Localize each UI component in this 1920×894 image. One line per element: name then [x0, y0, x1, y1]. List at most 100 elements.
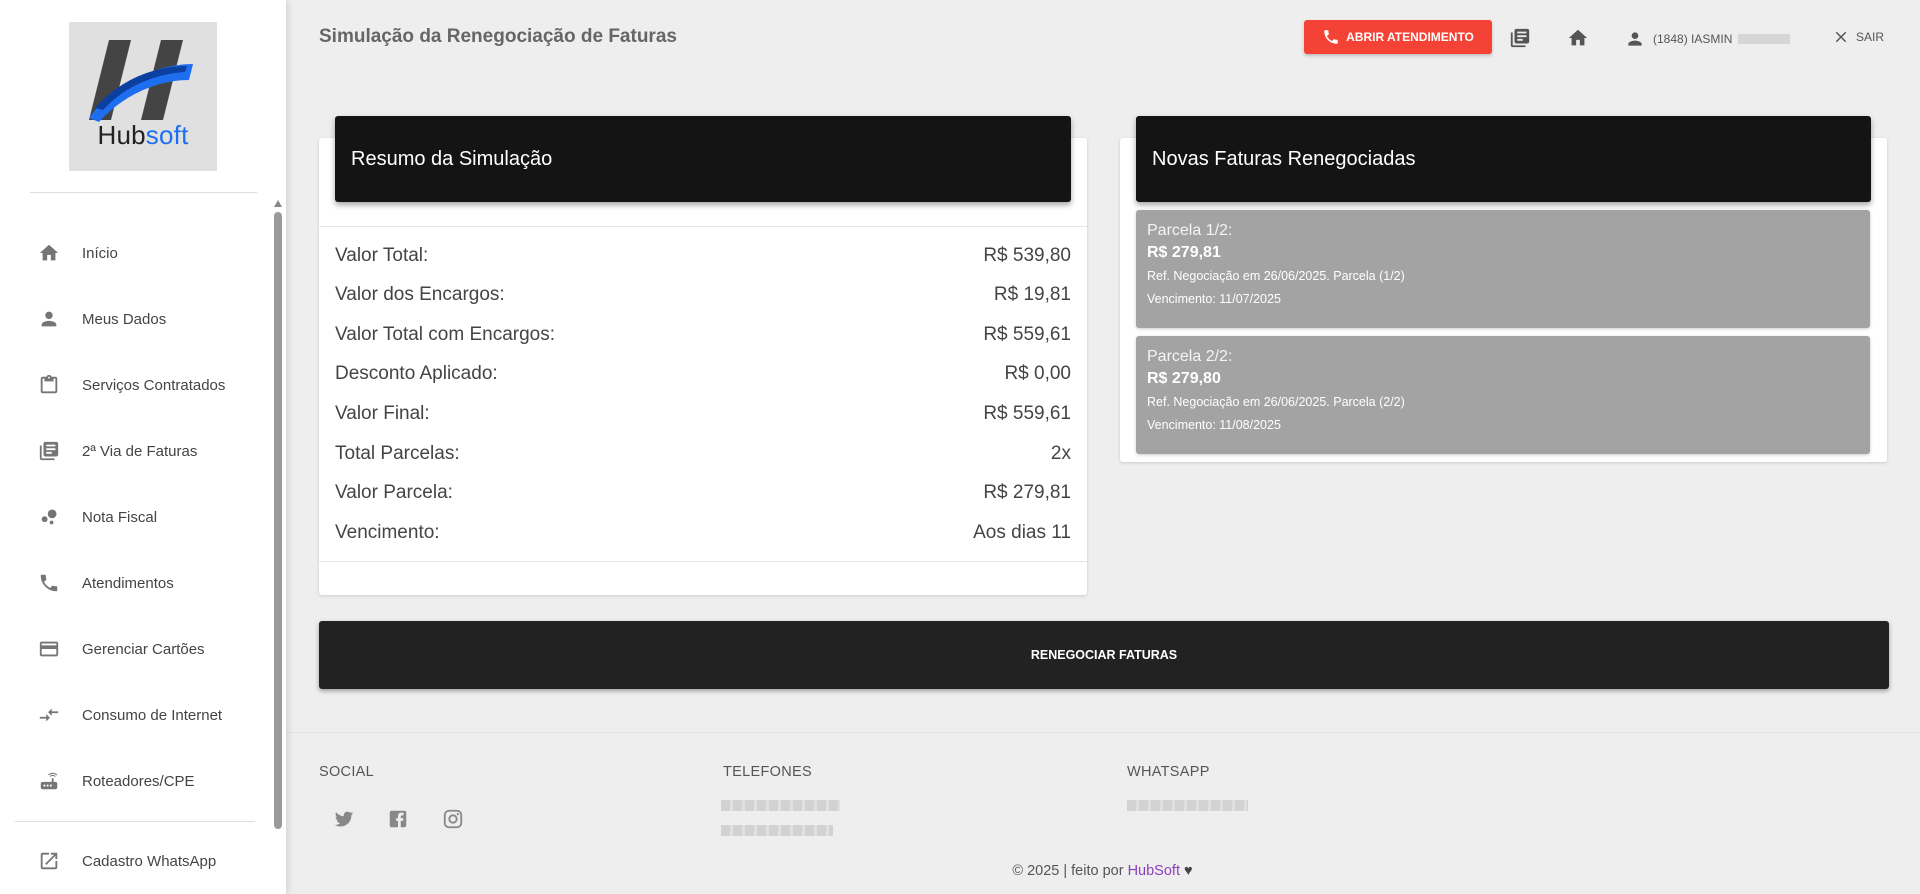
scroll-thumb[interactable]: [274, 212, 282, 829]
summary-title: Resumo da Simulação: [351, 147, 553, 170]
footer-whatsapp-heading: WHATSAPP: [1127, 764, 1210, 780]
redacted-text: [1738, 34, 1791, 44]
parcela-value: R$ 279,81: [1147, 244, 1221, 261]
summary-row: Valor Total com Encargos: R$ 559,61: [335, 320, 1071, 350]
parcela-value: R$ 279,80: [1147, 370, 1221, 387]
person-icon: [1628, 32, 1642, 46]
heart-icon: ♥: [1184, 863, 1193, 879]
sidebar-item-label: Meus Dados: [82, 310, 167, 328]
page-title: Simulação da Renegociação de Faturas: [319, 26, 677, 47]
library-books-icon: [39, 441, 59, 461]
sidebar-item-consumo-internet[interactable]: Consumo de Internet: [0, 690, 270, 740]
summary-row-label: Vencimento:: [335, 522, 440, 543]
summary-row-label: Desconto Aplicado:: [335, 363, 498, 384]
redacted-whatsapp: [1127, 800, 1248, 811]
parcela-title: Parcela 1/2:: [1147, 222, 1233, 239]
parcela-reference: Ref. Negociação em 26/06/2025. Parcela (…: [1147, 269, 1405, 283]
sidebar-item-2via-faturas[interactable]: 2ª Via de Faturas: [0, 426, 270, 476]
summary-row-value: R$ 559,61: [983, 403, 1071, 424]
home-icon: [39, 244, 59, 261]
instagram-icon[interactable]: [442, 808, 464, 830]
user-name: (1848) IASMIN: [1653, 32, 1733, 46]
library-books-icon[interactable]: [1509, 27, 1531, 49]
parcela-vencimento: Vencimento: 11/07/2025: [1147, 292, 1281, 306]
summary-row-value: R$ 19,81: [993, 284, 1071, 305]
footer-social-heading: SOCIAL: [319, 764, 374, 780]
redacted-phone-1: [721, 800, 840, 811]
sidebar-item-label: Roteadores/CPE: [82, 772, 195, 790]
sidebar-item-atendimentos[interactable]: Atendimentos: [0, 558, 270, 608]
summary-row: Valor Parcela: R$ 279,81: [335, 478, 1071, 508]
summary-divider: [319, 226, 1087, 227]
parcela-vencimento: Vencimento: 11/08/2025: [1147, 418, 1281, 432]
summary-row: Valor dos Encargos: R$ 19,81: [335, 280, 1071, 310]
summary-header: Resumo da Simulação: [335, 116, 1071, 202]
hubsoft-link[interactable]: HubSoft: [1128, 863, 1180, 879]
sidebar-item-label: 2ª Via de Faturas: [82, 442, 198, 460]
summary-row-value: 2x: [1050, 443, 1071, 464]
home-icon[interactable]: [1567, 27, 1589, 49]
summary-row-value: Aos dias 11: [973, 522, 1071, 543]
sidebar-item-servicos-contratados[interactable]: Serviços Contratados: [0, 360, 270, 410]
sidebar-item-roteadores[interactable]: Roteadores/CPE: [0, 756, 270, 806]
renegociar-faturas-button[interactable]: RENEGOCIAR FATURAS: [319, 621, 1889, 689]
summary-row: Total Parcelas: 2x: [335, 439, 1071, 469]
summary-row-value: R$ 539,80: [983, 245, 1071, 266]
summary-row-label: Valor dos Encargos:: [335, 284, 505, 305]
phone-icon: [40, 574, 58, 592]
close-icon: [1835, 31, 1847, 43]
person-icon: [41, 311, 57, 327]
summary-row-value: R$ 559,61: [983, 324, 1071, 345]
compare-arrows-icon: [39, 708, 59, 722]
sidebar-item-meus-dados[interactable]: Meus Dados: [0, 294, 270, 344]
sidebar-item-label: Início: [82, 244, 118, 262]
facebook-icon[interactable]: [387, 808, 409, 830]
summary-row-label: Valor Parcela:: [335, 482, 453, 503]
summary-row: Valor Final: R$ 559,61: [335, 399, 1071, 429]
bubble-chart-icon: [41, 509, 57, 525]
summary-row-value: R$ 279,81: [983, 482, 1071, 503]
sidebar-item-label: Nota Fiscal: [82, 508, 158, 526]
summary-row-label: Total Parcelas:: [335, 443, 460, 464]
logout-label: SAIR: [1856, 30, 1885, 44]
abrir-atendimento-button[interactable]: ABRIR ATENDIMENTO: [1304, 20, 1492, 54]
router-icon: [40, 772, 58, 790]
faturas-title: Novas Faturas Renegociadas: [1152, 147, 1416, 170]
logo-text: Hubsoft: [97, 120, 189, 150]
twitter-icon[interactable]: [333, 808, 355, 830]
sidebar-item-label: Atendimentos: [82, 574, 174, 592]
sidebar-item-label: Gerenciar Cartões: [82, 640, 205, 658]
sidebar-divider: [30, 192, 257, 193]
abrir-atendimento-label: ABRIR ATENDIMENTO: [1346, 30, 1474, 44]
summary-row: Desconto Aplicado: R$ 0,00: [335, 359, 1071, 389]
summary-row: Valor Total: R$ 539,80: [335, 241, 1071, 271]
user-menu[interactable]: (1848) IASMIN: [1625, 27, 1791, 51]
sidebar-item-cadastro-whatsapp[interactable]: Cadastro WhatsApp: [0, 836, 270, 886]
hubsoft-logo[interactable]: Hubsoft: [69, 22, 217, 171]
copyright-text: © 2025 | feito por: [1012, 863, 1124, 879]
scroll-up-arrow-icon[interactable]: [274, 200, 282, 207]
credit-card-icon: [39, 641, 59, 657]
sidebar-item-gerenciar-cartoes[interactable]: Gerenciar Cartões: [0, 624, 270, 674]
open-in-new-icon: [40, 852, 58, 870]
parcela-reference: Ref. Negociação em 26/06/2025. Parcela (…: [1147, 395, 1405, 409]
sidebar-item-inicio[interactable]: Início: [0, 228, 270, 278]
summary-row-label: Valor Total:: [335, 245, 429, 266]
faturas-header: Novas Faturas Renegociadas: [1136, 116, 1871, 202]
summary-row-label: Valor Total com Encargos:: [335, 324, 556, 345]
sidebar-item-label: Consumo de Internet: [82, 706, 223, 724]
copyright: © 2025 | feito por HubSoft ♥: [0, 863, 1920, 879]
sidebar-item-label: Serviços Contratados: [82, 376, 226, 394]
parcela-card: Parcela 2/2: R$ 279,80 Ref. Negociação e…: [1136, 336, 1870, 454]
clipboard-icon: [40, 374, 58, 394]
footer-telefones-heading: TELEFONES: [723, 764, 812, 780]
summary-divider: [319, 561, 1087, 562]
parcela-title: Parcela 2/2:: [1147, 348, 1233, 365]
phone-icon: [1324, 30, 1338, 44]
logout-button[interactable]: SAIR: [1832, 28, 1884, 46]
summary-row-label: Valor Final:: [335, 403, 430, 424]
sidebar-scrollbar[interactable]: [274, 200, 282, 830]
sidebar-item-nota-fiscal[interactable]: Nota Fiscal: [0, 492, 270, 542]
redacted-phone-2: [721, 825, 833, 836]
sidebar: Hubsoft Início Meus Dados Serviços Contr…: [0, 0, 286, 894]
